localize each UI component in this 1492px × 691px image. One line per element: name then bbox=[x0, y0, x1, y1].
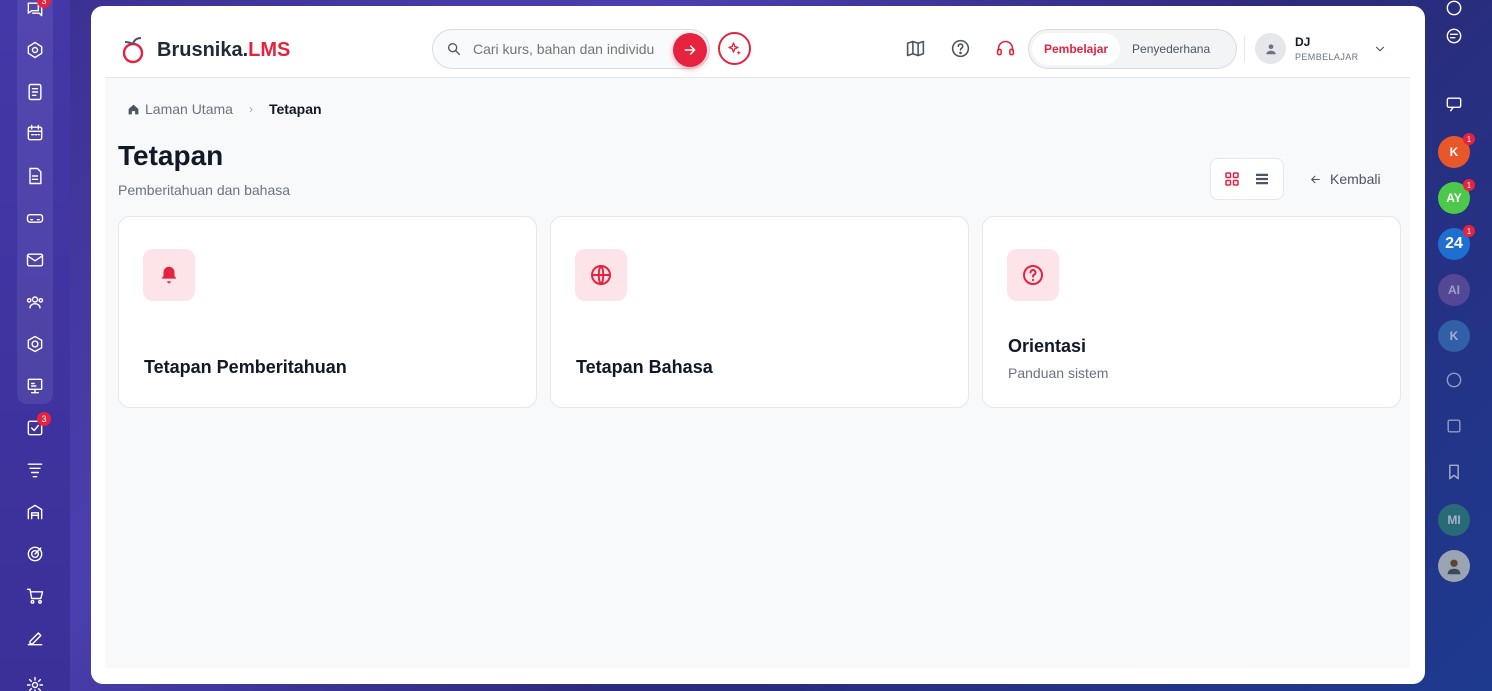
mode-switch: Pembelajar Penyederhana bbox=[1028, 29, 1237, 69]
message-search-icon[interactable] bbox=[1440, 22, 1468, 50]
chevron-down-icon bbox=[1375, 46, 1384, 51]
avatar bbox=[1255, 33, 1286, 64]
search-bar bbox=[432, 29, 710, 69]
card-icon-wrapper bbox=[1007, 249, 1059, 301]
user-role: PEMBELAJAR bbox=[1295, 52, 1359, 62]
top-header: Brusnika.LMS Cari kurs, bahan dan indivi… bbox=[105, 6, 1410, 78]
search-submit-button[interactable] bbox=[673, 33, 707, 67]
breadcrumb: Laman Utama › Tetapan bbox=[127, 101, 322, 117]
card-icon-wrapper bbox=[143, 249, 195, 301]
support-headset-icon[interactable] bbox=[994, 37, 1016, 59]
page-content: Laman Utama › Tetapan Tetapan Pemberitah… bbox=[105, 78, 1410, 668]
search-icon bbox=[448, 43, 460, 55]
courses-icon[interactable] bbox=[24, 39, 46, 61]
card-title: Orientasi bbox=[1008, 336, 1087, 356]
target-icon[interactable] bbox=[24, 543, 46, 565]
header-divider bbox=[1244, 36, 1245, 62]
tasks-badge: 3 bbox=[37, 412, 51, 426]
breadcrumb-current: Tetapan bbox=[268, 101, 322, 117]
question-circle-icon bbox=[1023, 265, 1043, 285]
card-notification-settings[interactable]: Tetapan Pemberitahuan bbox=[118, 216, 537, 408]
help-icon[interactable] bbox=[949, 37, 971, 59]
view-toggle bbox=[1210, 158, 1284, 200]
grid-app-icon[interactable] bbox=[1440, 412, 1468, 440]
rail-top-icon[interactable] bbox=[1440, 0, 1468, 22]
contact-avatar[interactable]: K bbox=[1438, 320, 1470, 352]
hexagon-icon[interactable] bbox=[24, 333, 46, 355]
main-window: Brusnika.LMS Cari kurs, bahan dan indivi… bbox=[91, 6, 1425, 684]
vehicle-icon[interactable] bbox=[24, 207, 46, 229]
home-icon bbox=[128, 104, 139, 114]
ai-assistant-button[interactable] bbox=[718, 32, 751, 65]
cart-icon[interactable] bbox=[24, 585, 46, 607]
grid-view-icon[interactable] bbox=[1223, 170, 1241, 188]
group-chat-icon[interactable] bbox=[1440, 90, 1468, 118]
back-button[interactable]: Kembali bbox=[1309, 171, 1381, 187]
notes-icon[interactable] bbox=[24, 81, 46, 103]
page-subtitle: Pemberitahuan dan bahasa bbox=[118, 182, 291, 198]
card-title: Tetapan Pemberitahuan bbox=[144, 357, 347, 377]
card-title: Tetapan Bahasa bbox=[576, 357, 713, 377]
breadcrumb-separator: › bbox=[248, 102, 253, 116]
page-title: Tetapan bbox=[118, 140, 224, 171]
contact-badge: 1 bbox=[1463, 179, 1475, 191]
profile-photo-avatar[interactable] bbox=[1438, 550, 1470, 582]
search-input[interactable] bbox=[473, 38, 668, 60]
calendar-icon[interactable] bbox=[24, 122, 46, 144]
contact-avatar[interactable]: AI bbox=[1438, 274, 1470, 306]
funnel-icon[interactable] bbox=[24, 459, 46, 481]
user-menu[interactable]: DJ PEMBELAJAR bbox=[1255, 33, 1387, 64]
warehouse-icon[interactable] bbox=[24, 501, 46, 523]
list-view-icon[interactable] bbox=[1253, 170, 1271, 188]
contact-badge: 1 bbox=[1463, 225, 1475, 237]
arrow-left-icon bbox=[1311, 175, 1320, 183]
brand-name: Brusnika.LMS bbox=[157, 38, 291, 61]
map-icon[interactable] bbox=[904, 37, 926, 59]
presentation-icon[interactable] bbox=[24, 375, 46, 397]
bell-icon bbox=[161, 266, 177, 284]
card-language-settings[interactable]: Tetapan Bahasa bbox=[550, 216, 969, 408]
card-icon-wrapper bbox=[575, 249, 627, 301]
breadcrumb-home[interactable]: Laman Utama bbox=[127, 101, 233, 117]
mode-option-learner[interactable]: Pembelajar bbox=[1032, 33, 1121, 65]
left-app-rail: 3 3 bbox=[0, 0, 70, 691]
sparkle-icon bbox=[727, 41, 741, 55]
contact-faded-icon[interactable] bbox=[1440, 366, 1468, 394]
brusnika-logo-icon bbox=[122, 37, 144, 64]
globe-icon bbox=[591, 265, 611, 285]
contact-badge: 1 bbox=[1463, 133, 1475, 145]
document-icon[interactable] bbox=[24, 165, 46, 187]
user-name: DJ bbox=[1295, 35, 1311, 49]
edit-icon[interactable] bbox=[24, 627, 46, 649]
card-orientation[interactable]: Orientasi Panduan sistem bbox=[982, 216, 1401, 408]
card-subtitle: Panduan sistem bbox=[1008, 365, 1109, 381]
users-icon[interactable] bbox=[24, 291, 46, 313]
mail-icon[interactable] bbox=[24, 249, 46, 271]
bookmark-icon[interactable] bbox=[1440, 458, 1468, 486]
user-icon bbox=[1265, 43, 1276, 54]
mode-option-simplifier[interactable]: Penyederhana bbox=[1120, 33, 1222, 65]
arrow-right-icon bbox=[684, 45, 696, 55]
settings-cards: Tetapan Pemberitahuan Tetapan Bahasa Ori… bbox=[118, 216, 1401, 408]
contact-avatar[interactable]: MI bbox=[1438, 504, 1470, 536]
settings-gear-icon[interactable] bbox=[24, 674, 46, 691]
right-contact-rail: K 1 AY 1 24 1 AI K MI bbox=[1424, 0, 1492, 691]
brand-logo[interactable]: Brusnika.LMS bbox=[119, 34, 290, 66]
